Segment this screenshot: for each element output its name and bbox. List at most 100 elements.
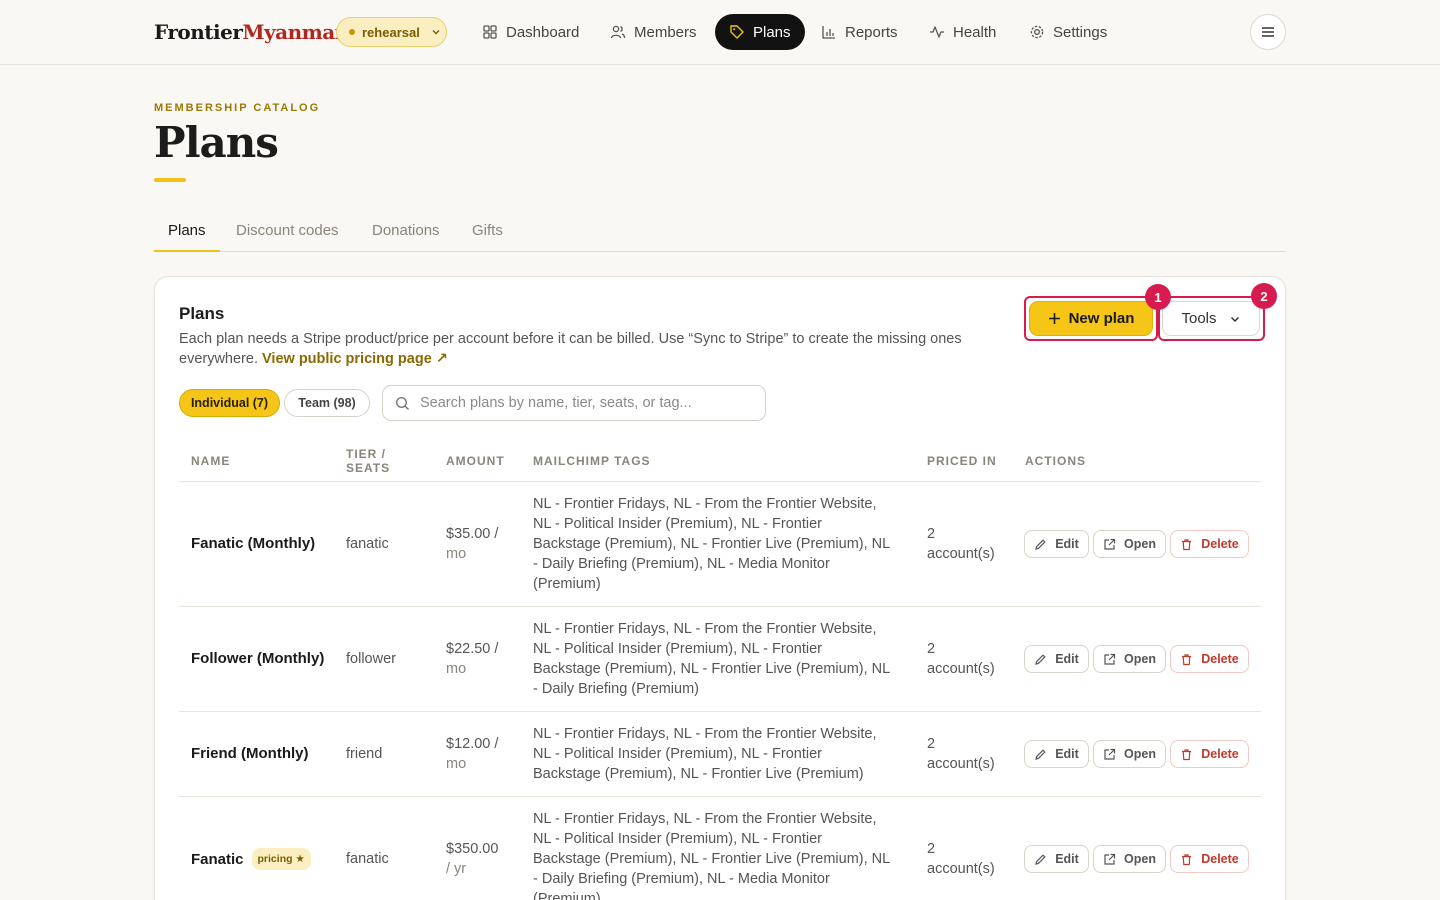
filter-individual[interactable]: Individual (7) xyxy=(179,389,280,417)
column-header-mailchimp-tags: MAILCHIMP TAGS xyxy=(533,454,651,468)
column-header-amount: AMOUNT xyxy=(446,454,505,468)
edit-button[interactable]: Edit xyxy=(1024,740,1089,768)
nav-plans[interactable]: Plans xyxy=(715,14,805,50)
edit-button[interactable]: Edit xyxy=(1024,645,1089,673)
tag-line: - Daily Briefing (Premium), NL - Media M… xyxy=(533,556,830,572)
column-header-priced-in: PRICED IN xyxy=(927,454,997,468)
nav-settings[interactable]: Settings xyxy=(1015,14,1121,50)
edit-label: Edit xyxy=(1055,652,1079,666)
pencil-icon xyxy=(1035,853,1046,865)
environment-selector[interactable]: rehearsal xyxy=(336,17,447,47)
nav-dashboard[interactable]: Dashboard xyxy=(468,14,593,50)
open-button[interactable]: Open xyxy=(1093,740,1166,768)
highlight-box-new-plan xyxy=(1024,296,1158,341)
table-header-divider xyxy=(179,481,1261,482)
plan-amount-value: $350.00 xyxy=(446,841,499,857)
open-button[interactable]: Open xyxy=(1093,845,1166,873)
edit-button[interactable]: Edit xyxy=(1024,530,1089,558)
open-button[interactable]: Open xyxy=(1093,645,1166,673)
tab-discount-codes[interactable]: Discount codes xyxy=(236,222,339,252)
pencil-icon xyxy=(1035,538,1046,550)
brand-logo[interactable]: FrontierMyanmar xyxy=(154,20,345,44)
plan-mailchimp-tags: NL - Frontier Fridays, NL - From the Fro… xyxy=(533,494,890,594)
public-pricing-link[interactable]: View public pricing page ↗ xyxy=(262,351,448,367)
nav-reports[interactable]: Reports xyxy=(807,14,912,50)
trash-icon xyxy=(1182,853,1192,865)
external-link-icon xyxy=(1104,538,1116,550)
plan-priced-in: 2 account(s) xyxy=(927,639,995,679)
plan-tier: fanatic xyxy=(346,536,389,552)
tab-donations[interactable]: Donations xyxy=(372,222,440,252)
priced-unit: account(s) xyxy=(927,661,995,677)
edit-label: Edit xyxy=(1055,537,1079,551)
plan-mailchimp-tags: NL - Frontier Fridays, NL - From the Fro… xyxy=(533,724,877,784)
open-label: Open xyxy=(1124,652,1156,666)
highlight-badge-1: 1 xyxy=(1145,284,1171,310)
nav-health[interactable]: Health xyxy=(915,14,1010,50)
plan-tier: follower xyxy=(346,651,396,667)
plan-amount: $12.00 / mo xyxy=(446,734,498,774)
column-header-tier: TIER / SEATS xyxy=(346,447,390,475)
highlight-badge-2: 2 xyxy=(1251,283,1277,309)
nav-settings-label: Settings xyxy=(1053,23,1108,41)
plan-amount-period: mo xyxy=(446,756,467,772)
column-header-actions: ACTIONS xyxy=(1025,454,1086,468)
nav-members-label: Members xyxy=(634,23,697,41)
highlight-box-tools xyxy=(1158,296,1265,341)
edit-label: Edit xyxy=(1055,852,1079,866)
delete-button[interactable]: Delete xyxy=(1170,845,1249,873)
tag-line: NL - Political Insider (Premium), NL - F… xyxy=(533,641,822,657)
plan-tier: friend xyxy=(346,746,383,762)
top-nav-bar: FrontierMyanmar rehearsal Dashboard Memb… xyxy=(0,0,1440,65)
priced-count: 2 xyxy=(927,641,936,657)
nav-reports-label: Reports xyxy=(845,23,898,41)
nav-health-label: Health xyxy=(953,23,997,41)
nav-members[interactable]: Members xyxy=(596,14,711,50)
activity-icon xyxy=(930,26,944,38)
delete-button[interactable]: Delete xyxy=(1170,530,1249,558)
tab-gifts[interactable]: Gifts xyxy=(472,222,503,252)
priced-unit: account(s) xyxy=(927,756,995,772)
plan-priced-in: 2 account(s) xyxy=(927,524,995,564)
tag-line: Backstage (Premium), NL - Frontier Live … xyxy=(533,766,864,782)
card-description: Each plan needs a Stripe product/price p… xyxy=(179,329,1009,369)
plan-amount: $22.50 / mo xyxy=(446,639,498,679)
column-header-name: NAME xyxy=(191,454,231,468)
edit-label: Edit xyxy=(1055,747,1079,761)
hamburger-menu-button[interactable] xyxy=(1250,14,1286,50)
pencil-icon xyxy=(1035,748,1046,760)
brand-logo-part2: Myanmar xyxy=(242,20,345,44)
bar-chart-icon xyxy=(822,26,835,39)
brand-logo-part1: Frontier xyxy=(154,20,243,44)
search-input[interactable] xyxy=(420,395,750,411)
column-header-tier-line2: SEATS xyxy=(346,461,391,475)
priced-count: 2 xyxy=(927,736,936,752)
tag-line: (Premium) xyxy=(533,891,601,900)
tag-line: NL - Political Insider (Premium), NL - F… xyxy=(533,516,822,532)
delete-button[interactable]: Delete xyxy=(1170,740,1249,768)
plan-name: Friend (Monthly) xyxy=(191,745,309,762)
edit-button[interactable]: Edit xyxy=(1024,845,1089,873)
plan-mailchimp-tags: NL - Frontier Fridays, NL - From the Fro… xyxy=(533,809,890,900)
tag-line: NL - Frontier Fridays, NL - From the Fro… xyxy=(533,811,877,827)
tag-line: - Daily Briefing (Premium) xyxy=(533,681,699,697)
hamburger-icon xyxy=(1262,27,1274,37)
plan-name-text: Fanatic xyxy=(191,851,244,868)
delete-button[interactable]: Delete xyxy=(1170,645,1249,673)
trash-icon xyxy=(1182,653,1192,665)
gear-icon xyxy=(1030,25,1044,39)
plan-name: Fanatic pricing ★ xyxy=(191,848,311,870)
users-icon xyxy=(610,25,626,39)
tag-line: NL - Frontier Fridays, NL - From the Fro… xyxy=(533,496,877,512)
filter-team[interactable]: Team (98) xyxy=(284,389,370,417)
open-button[interactable]: Open xyxy=(1093,530,1166,558)
plan-mailchimp-tags: NL - Frontier Fridays, NL - From the Fro… xyxy=(533,619,890,699)
row-divider xyxy=(179,796,1261,797)
open-label: Open xyxy=(1124,747,1156,761)
search-icon xyxy=(395,396,409,410)
tag-line: NL - Political Insider (Premium), NL - F… xyxy=(533,831,822,847)
delete-label: Delete xyxy=(1201,652,1239,666)
tag-line: Backstage (Premium), NL - Frontier Live … xyxy=(533,851,891,867)
tab-plans[interactable]: Plans xyxy=(154,222,220,252)
plan-amount-period: / yr xyxy=(446,861,467,877)
